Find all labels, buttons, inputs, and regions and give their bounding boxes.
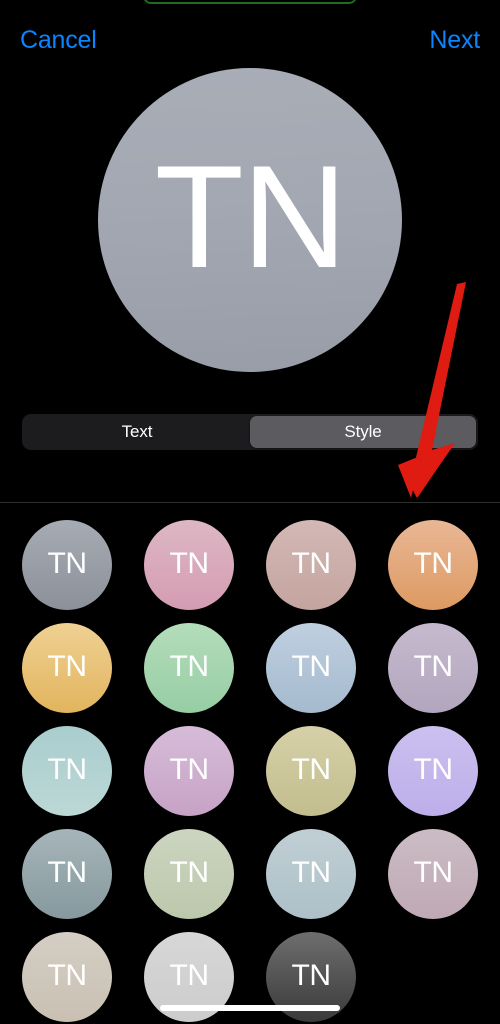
style-swatch-mint-green[interactable]: TN (144, 623, 234, 713)
swatch-initials: TN (291, 753, 332, 786)
swatch-initials: TN (291, 856, 332, 889)
avatar-preview-area: TN (0, 68, 500, 372)
swatch-initials: TN (47, 856, 88, 889)
style-swatch-pale-blue-gray[interactable]: TN (266, 829, 356, 919)
tab-style[interactable]: Style (250, 416, 476, 448)
style-swatch-pale-teal[interactable]: TN (22, 726, 112, 816)
swatch-row: TN TN TN TN (0, 726, 500, 816)
avatar-initials: TN (154, 135, 348, 298)
swatch-initials: TN (169, 856, 210, 889)
style-swatch-lavender-mauve[interactable]: TN (388, 623, 478, 713)
style-swatch-orchid-lilac[interactable]: TN (144, 726, 234, 816)
swatch-initials: TN (291, 959, 332, 992)
style-swatch-sage-green[interactable]: TN (144, 829, 234, 919)
style-swatch-rosy-taupe[interactable]: TN (266, 520, 356, 610)
swatch-initials: TN (413, 753, 454, 786)
swatch-initials: TN (47, 959, 88, 992)
swatch-row: TN TN TN TN (0, 520, 500, 610)
style-swatch-warm-beige[interactable]: TN (22, 932, 112, 1022)
style-swatch-grid[interactable]: TN TN TN TN TN TN TN TN TN TN TN TN TN TN TN TN TN TN TN (0, 506, 500, 1024)
swatch-initials: TN (47, 650, 88, 683)
style-swatch-dusty-pink[interactable]: TN (144, 520, 234, 610)
swatch-initials: TN (291, 650, 332, 683)
style-swatch-gray-blue[interactable]: TN (22, 520, 112, 610)
swatch-initials: TN (47, 753, 88, 786)
swatch-row: TN TN TN TN (0, 623, 500, 713)
swatch-initials: TN (169, 650, 210, 683)
style-swatch-khaki-olive[interactable]: TN (266, 726, 356, 816)
style-swatch-dusty-mauve[interactable]: TN (388, 829, 478, 919)
style-swatch-slate-blue-gray[interactable]: TN (22, 829, 112, 919)
style-swatch-periwinkle[interactable]: TN (388, 726, 478, 816)
text-style-segmented-control[interactable]: Text Style (22, 414, 478, 450)
swatch-initials: TN (291, 547, 332, 580)
swatch-initials: TN (413, 856, 454, 889)
swatch-row: TN TN TN TN (0, 829, 500, 919)
navigation-bar: Cancel Next (0, 18, 500, 62)
swatch-initials: TN (169, 547, 210, 580)
swatch-initials: TN (169, 959, 210, 992)
cancel-button[interactable]: Cancel (20, 18, 97, 62)
swatch-initials: TN (413, 650, 454, 683)
section-divider (0, 502, 500, 503)
avatar-preview[interactable]: TN (98, 68, 402, 372)
style-swatch-peach-orange[interactable]: TN (388, 520, 478, 610)
tab-text[interactable]: Text (24, 416, 250, 448)
style-swatch-powder-blue[interactable]: TN (266, 623, 356, 713)
swatch-initials: TN (169, 753, 210, 786)
swatch-initials: TN (413, 547, 454, 580)
home-indicator (160, 1005, 340, 1011)
next-button[interactable]: Next (429, 18, 480, 62)
swatch-initials: TN (47, 547, 88, 580)
screen-recording-indicator (143, 0, 357, 4)
style-swatch-golden-yellow[interactable]: TN (22, 623, 112, 713)
